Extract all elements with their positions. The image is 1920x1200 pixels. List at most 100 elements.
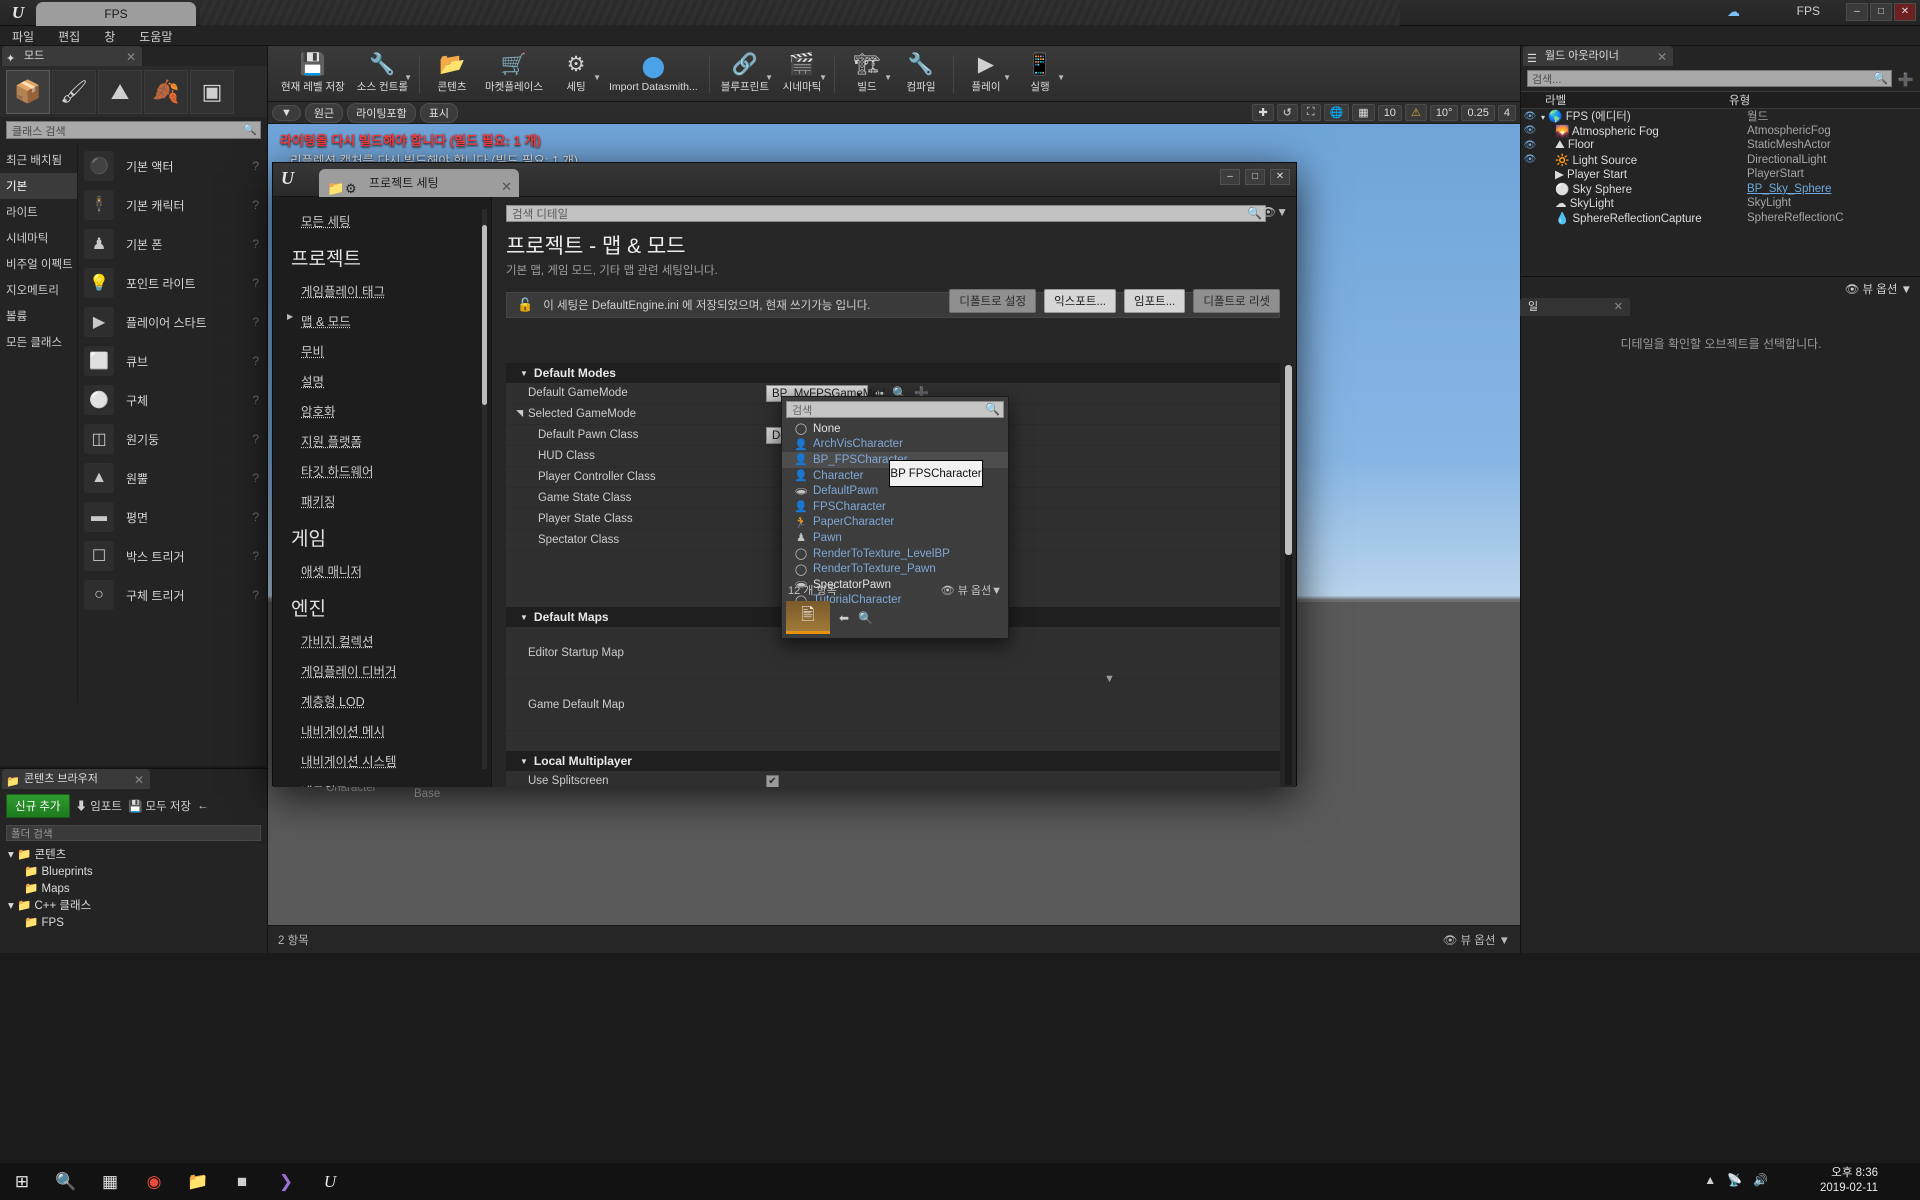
tree-item-maps[interactable]: 📁 Maps <box>8 881 259 898</box>
toolbar-launch[interactable]: 📱 ▼ 실행 <box>1014 48 1066 100</box>
toolbar-play[interactable]: ▶ ▼ 플레이 <box>960 48 1012 100</box>
tree-item-blueprints[interactable]: 📁 Blueprints <box>8 864 259 881</box>
column-header-label[interactable]: 라벨 <box>1521 92 1729 108</box>
close-button[interactable]: ✕ <box>1894 3 1916 21</box>
sidebar-item-volumes[interactable]: 볼륨 <box>0 303 77 329</box>
network-icon[interactable]: 📡 <box>1727 1173 1742 1187</box>
nav-movies[interactable]: 무비 <box>301 341 491 360</box>
list-item[interactable]: 💡 포인트 라이트 ? <box>78 264 267 303</box>
chevron-up-icon[interactable]: ▲ <box>1704 1173 1716 1187</box>
nav-maps-and-modes[interactable]: 맵 & 모드 <box>287 311 491 330</box>
grid-size-value[interactable]: 10 <box>1377 104 1402 121</box>
eye-icon[interactable]: 👁▼ <box>1261 205 1288 219</box>
use-splitscreen-checkbox[interactable]: ✔ <box>766 774 779 787</box>
details-view-options[interactable]: 👁 뷰 옵션 ▼ <box>1845 281 1912 297</box>
help-icon[interactable]: ? <box>252 237 259 251</box>
toolbar-build[interactable]: 🏗 ▼ 빌드 <box>841 48 893 100</box>
nav-garbage-collection[interactable]: 가비지 컬렉션 <box>301 631 491 650</box>
chevron-down-icon[interactable]: ▼ <box>593 73 601 82</box>
row-type-link[interactable]: BP_Sky_Sphere <box>1747 183 1920 195</box>
maximize-button[interactable]: □ <box>1870 3 1892 21</box>
sidebar-item-recent[interactable]: 최근 배치됨 <box>0 147 77 173</box>
foliage-mode-icon[interactable]: 🍂 <box>144 70 188 114</box>
list-item[interactable]: ⚪ 구체 ? <box>78 381 267 420</box>
help-icon[interactable]: ? <box>252 588 259 602</box>
add-new-button[interactable]: 신규 추가 <box>6 794 70 818</box>
minimize-button[interactable]: – <box>1220 169 1240 185</box>
section-header-local-multiplayer[interactable]: ▼ Local Multiplayer <box>506 751 1280 771</box>
section-header-default-modes[interactable]: ▼ Default Modes <box>506 363 1280 383</box>
nav-network[interactable]: 네트워크 <box>301 781 491 787</box>
class-search-input[interactable]: 클래스 검색 🔍 <box>6 121 261 139</box>
scroll-down-icon[interactable]: ▼ <box>1104 673 1115 685</box>
nav-navigation-system[interactable]: 내비게이션 시스템 <box>301 751 491 770</box>
save-all-button[interactable]: 💾 모두 저장 <box>128 798 191 814</box>
toolbar-compile[interactable]: 🔧 컴파일 <box>895 48 947 100</box>
tab-content-browser[interactable]: 📁 콘텐츠 브라우저 ✕ <box>2 769 150 789</box>
list-item[interactable]: ▬ 평면 ? <box>78 498 267 537</box>
table-row[interactable]: ▶ Player Start PlayerStart <box>1521 167 1920 182</box>
chevron-down-icon[interactable]: ▼ <box>765 73 773 82</box>
menu-file[interactable]: 파일 <box>0 26 46 47</box>
menu-edit[interactable]: 편집 <box>46 26 92 47</box>
taskbar-clock[interactable]: 오후 8:36 2019-02-11 <box>1820 1166 1878 1196</box>
table-row[interactable]: ⚪ Sky Sphere BP_Sky_Sphere <box>1521 182 1920 197</box>
import-button[interactable]: ⬇ 임포트 <box>76 798 122 814</box>
list-item[interactable]: ♟ 기본 폰 ? <box>78 225 267 264</box>
help-icon[interactable]: ? <box>252 471 259 485</box>
table-row[interactable]: 👁 ▾ 🌎 FPS (에디터) 월드 <box>1521 109 1920 124</box>
chevron-down-icon[interactable]: ▼ <box>404 73 412 82</box>
landscape-mode-icon[interactable]: ⛰ <box>98 70 142 114</box>
nav-target-hardware[interactable]: 타깃 하드웨어 <box>301 461 491 480</box>
sidebar-item-cinematic[interactable]: 시네마틱 <box>0 225 77 251</box>
help-icon[interactable]: ? <box>252 393 259 407</box>
nav-all-settings[interactable]: 모든 세팅 <box>301 211 491 230</box>
outliner-search-input[interactable]: 검색... 🔍 <box>1527 70 1892 87</box>
toolbar-settings[interactable]: ⚙ ▼ 세팅 <box>550 48 602 100</box>
dropdown-item-pawn[interactable]: ♟ Pawn <box>782 530 1008 546</box>
nav-supported-platforms[interactable]: 지원 플랫폼 <box>301 431 491 450</box>
geometry-mode-icon[interactable]: ▣ <box>190 70 234 114</box>
nav-gameplay-debugger[interactable]: 게임플레이 디버거 <box>301 661 491 680</box>
paint-mode-icon[interactable]: 🖌 <box>52 70 96 114</box>
details-search-input[interactable]: 검색 디테일 🔍 <box>506 205 1266 222</box>
nav-packaging[interactable]: 패키징 <box>301 491 491 510</box>
grid-icon[interactable]: ▦ <box>1352 104 1375 121</box>
close-icon[interactable]: ✕ <box>134 770 144 790</box>
scale-icon[interactable]: ⛶ <box>1300 104 1321 121</box>
table-row[interactable]: 👁 🔆 Light Source DirectionalLight <box>1521 153 1920 168</box>
unreal-icon[interactable]: U <box>308 1163 352 1200</box>
tab-details[interactable]: 일 ✕ <box>1520 298 1630 316</box>
task-view-icon[interactable]: ▦ <box>88 1163 132 1200</box>
rotate-icon[interactable]: ↺ <box>1276 104 1298 121</box>
list-item[interactable]: ⚫ 기본 액터 ? <box>78 147 267 186</box>
cloud-icon[interactable]: ☁ <box>1727 4 1740 20</box>
place-mode-icon[interactable]: 📦 <box>6 70 50 114</box>
eye-icon[interactable]: 👁 <box>1521 125 1539 136</box>
import-button[interactable]: 임포트... <box>1123 289 1186 313</box>
export-button[interactable]: 익스포트... <box>1044 289 1116 313</box>
eye-icon[interactable]: 👁 <box>1521 154 1539 165</box>
help-icon[interactable]: ? <box>252 510 259 524</box>
table-row[interactable]: ☁ SkyLight SkyLight <box>1521 196 1920 211</box>
column-header-type[interactable]: 유형 <box>1729 92 1920 108</box>
epic-icon[interactable]: ■ <box>220 1163 264 1200</box>
camera-speed-value[interactable]: 4 <box>1497 104 1516 121</box>
nav-navigation-mesh[interactable]: 내비게이션 메시 <box>301 721 491 740</box>
nav-gameplay-tags[interactable]: 게임플레이 태그 <box>301 281 491 300</box>
dropdown-item-fpscharacter[interactable]: 👤 FPSCharacter <box>782 499 1008 515</box>
property-label[interactable]: Selected GameMode <box>506 408 766 420</box>
dropdown-item-papercharacter[interactable]: 🏃 PaperCharacter <box>782 515 1008 531</box>
minimize-button[interactable]: – <box>1846 3 1868 21</box>
table-row[interactable]: 👁 🌄 Atmospheric Fog AtmosphericFog <box>1521 124 1920 139</box>
help-icon[interactable]: ? <box>252 276 259 290</box>
viewport-caret-icon[interactable]: ▼ <box>272 104 301 121</box>
back-arrow-icon[interactable]: ⬅ <box>839 611 849 625</box>
rotation-snap-value[interactable]: 10° <box>1429 104 1459 121</box>
toolbar-blueprints[interactable]: 🔗 ▼ 블루프린트 <box>716 48 774 100</box>
list-item[interactable]: ◫ 원기둥 ? <box>78 420 267 459</box>
view-options-button[interactable]: 👁 뷰 옵션 ▼ <box>1443 932 1510 948</box>
dropdown-item-archviascharacter[interactable]: 👤 ArchVisCharacter <box>782 437 1008 453</box>
tree-item-fps[interactable]: 📁 FPS <box>8 915 259 932</box>
list-item[interactable]: ⬜ 큐브 ? <box>78 342 267 381</box>
